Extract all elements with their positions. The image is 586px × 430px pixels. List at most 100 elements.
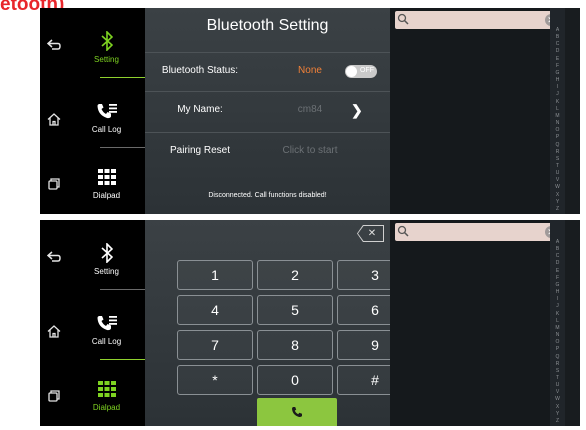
bluetooth-status-value: None xyxy=(298,65,322,76)
alphabet-index-letter[interactable]: D xyxy=(556,261,560,266)
alphabet-index-letter[interactable]: V xyxy=(556,178,559,183)
alphabet-index-letter[interactable]: Y xyxy=(556,199,559,205)
alphabet-index-letter[interactable]: N xyxy=(556,121,560,126)
app-nav: Setting Call Log Dialpad xyxy=(68,220,170,426)
bluetooth-screen: Setting Call Log Dialpad Bluetooth Setti… xyxy=(40,8,580,214)
nav-setting[interactable]: Setting xyxy=(68,12,145,80)
alphabet-index-letter[interactable]: W xyxy=(555,397,560,402)
nav-call-log-label: Call Log xyxy=(91,124,122,134)
nav-call-log[interactable]: Call Log xyxy=(68,82,145,150)
alphabet-index-letter[interactable]: U xyxy=(556,171,560,176)
alphabet-index-letter[interactable]: Q xyxy=(556,142,560,148)
alphabet-index-letter[interactable]: R xyxy=(556,149,560,155)
home-icon[interactable] xyxy=(40,108,68,130)
alphabet-index-letter[interactable]: U xyxy=(556,383,560,388)
key-star[interactable]: * xyxy=(177,365,253,395)
alphabet-index-letter[interactable]: S xyxy=(556,156,559,162)
nav-dialpad[interactable]: Dialpad xyxy=(68,360,145,426)
alphabet-index-letter[interactable]: C xyxy=(556,42,560,47)
toggle-knob xyxy=(346,66,357,77)
alphabet-index-letter[interactable]: Q xyxy=(556,354,560,360)
alphabet-index-letter[interactable]: X xyxy=(556,404,559,410)
alphabet-index-letter[interactable]: E xyxy=(556,56,559,62)
alphabet-index-letter[interactable]: V xyxy=(556,390,559,395)
bluetooth-icon xyxy=(100,29,113,53)
key-0[interactable]: 0 xyxy=(257,365,333,395)
alphabet-index-letter[interactable]: T xyxy=(556,375,559,381)
back-icon[interactable] xyxy=(40,34,68,56)
alphabet-index-letter[interactable]: S xyxy=(556,368,559,374)
contact-search-panel: ✕ ABCDEFGHIJKLMNOPQRSTUVWXYZ xyxy=(390,8,565,214)
key-1[interactable]: 1 xyxy=(177,260,253,290)
alphabet-index-letter[interactable]: A xyxy=(556,28,559,33)
alphabet-index[interactable]: ABCDEFGHIJKLMNOPQRSTUVWXYZ xyxy=(550,8,565,214)
alphabet-index[interactable]: ABCDEFGHIJKLMNOPQRSTUVWXYZ xyxy=(550,220,565,426)
alphabet-index-letter[interactable]: G xyxy=(556,282,560,288)
key-5[interactable]: 5 xyxy=(257,295,333,325)
alphabet-index-letter[interactable]: E xyxy=(556,268,559,274)
key-4[interactable]: 4 xyxy=(177,295,253,325)
alphabet-index-letter[interactable]: W xyxy=(555,185,560,190)
system-bar xyxy=(40,220,68,426)
alphabet-index-letter[interactable]: B xyxy=(556,247,559,252)
alphabet-index-letter[interactable]: H xyxy=(556,290,560,295)
alphabet-index-letter[interactable]: D xyxy=(556,49,560,54)
alphabet-index-letter[interactable]: H xyxy=(556,78,560,83)
alphabet-index-letter[interactable]: P xyxy=(556,135,559,140)
pairing-reset-row[interactable]: Pairing Reset Click to start xyxy=(145,132,390,171)
my-name-value: cm84 xyxy=(297,104,323,115)
alphabet-index-letter[interactable]: Z xyxy=(556,206,559,212)
nav-setting[interactable]: Setting xyxy=(68,224,145,292)
alphabet-index-letter[interactable]: I xyxy=(557,85,558,90)
nav-dialpad[interactable]: Dialpad xyxy=(68,148,145,214)
alphabet-index-letter[interactable]: R xyxy=(556,361,560,367)
back-icon[interactable] xyxy=(40,246,68,268)
dialpad-grid-icon xyxy=(97,165,116,189)
alphabet-index-letter[interactable]: P xyxy=(556,347,559,352)
alphabet-index-letter[interactable]: X xyxy=(556,192,559,198)
alphabet-index-letter[interactable]: K xyxy=(556,99,559,105)
recent-apps-icon[interactable] xyxy=(40,173,68,195)
pairing-reset-action[interactable]: Click to start xyxy=(265,145,355,156)
alphabet-index-letter[interactable]: J xyxy=(556,304,559,309)
phone-icon xyxy=(291,405,303,423)
my-name-row[interactable]: My Name: cm84 ❯ xyxy=(145,91,390,130)
bluetooth-toggle[interactable]: OFF xyxy=(345,65,377,78)
alphabet-index-letter[interactable]: M xyxy=(555,113,559,119)
contact-search-panel: ✕ ABCDEFGHIJKLMNOPQRSTUVWXYZ xyxy=(390,220,565,426)
alphabet-index-letter[interactable]: F xyxy=(556,275,559,281)
dialpad-grid-icon xyxy=(97,377,116,401)
alphabet-index-letter[interactable]: L xyxy=(556,318,559,324)
alphabet-index-letter[interactable]: J xyxy=(556,92,559,97)
call-button[interactable] xyxy=(257,398,337,426)
alphabet-index-letter[interactable]: C xyxy=(556,254,560,259)
alphabet-index-letter[interactable]: F xyxy=(556,63,559,69)
nav-dialpad-label: Dialpad xyxy=(92,402,121,412)
alphabet-index-letter[interactable]: O xyxy=(556,128,560,133)
nav-call-log-label: Call Log xyxy=(91,336,122,346)
alphabet-index-letter[interactable]: I xyxy=(557,297,558,302)
alphabet-index-letter[interactable]: A xyxy=(556,240,559,245)
alphabet-index-letter[interactable]: Y xyxy=(556,411,559,417)
dialpad-screen: Setting Call Log Dialpad ✕ 1 2 3 4 5 6 7 xyxy=(40,220,580,426)
recent-apps-icon[interactable] xyxy=(40,385,68,407)
alphabet-index-letter[interactable]: B xyxy=(556,35,559,40)
alphabet-index-letter[interactable]: L xyxy=(556,106,559,112)
alphabet-index-letter[interactable]: N xyxy=(556,333,560,338)
alphabet-index-letter[interactable]: G xyxy=(556,70,560,76)
key-7[interactable]: 7 xyxy=(177,330,253,360)
alphabet-index-letter[interactable]: K xyxy=(556,311,559,317)
search-input[interactable]: ✕ xyxy=(395,11,560,29)
alphabet-index-letter[interactable]: Z xyxy=(556,418,559,424)
bluetooth-status-label: Bluetooth Status: xyxy=(161,65,239,76)
key-2[interactable]: 2 xyxy=(257,260,333,290)
search-input[interactable]: ✕ xyxy=(395,223,560,241)
my-name-label: My Name: xyxy=(177,104,223,115)
home-icon[interactable] xyxy=(40,320,68,342)
nav-call-log[interactable]: Call Log xyxy=(68,294,145,362)
chevron-right-icon[interactable]: ❯ xyxy=(351,102,363,119)
alphabet-index-letter[interactable]: M xyxy=(555,325,559,331)
key-8[interactable]: 8 xyxy=(257,330,333,360)
alphabet-index-letter[interactable]: O xyxy=(556,340,560,345)
alphabet-index-letter[interactable]: T xyxy=(556,163,559,169)
